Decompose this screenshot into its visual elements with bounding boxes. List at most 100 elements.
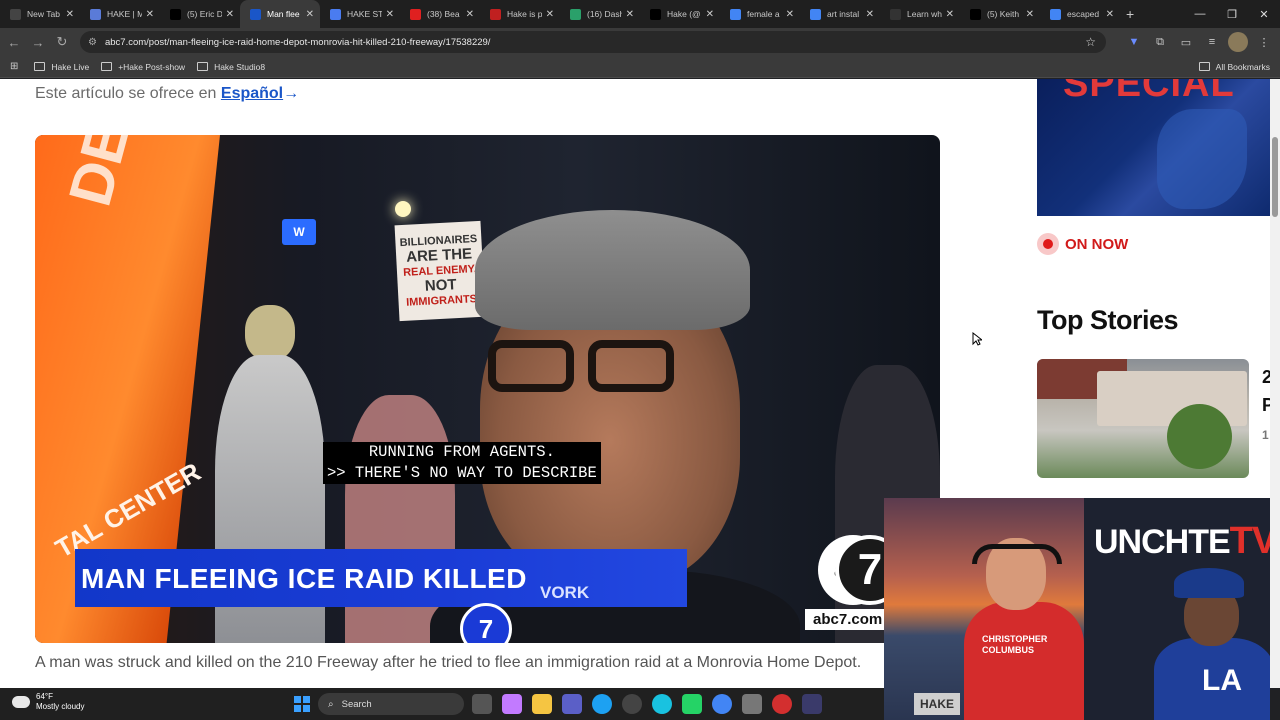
tab-close-icon[interactable]: ✕	[626, 9, 634, 20]
folder-icon	[1198, 62, 1210, 71]
browser-tab[interactable]: Learn wh ✕	[880, 0, 960, 28]
app-icon[interactable]	[772, 694, 792, 714]
video-player[interactable]: DEPOT TAL CENTER W BILLIONAIRES ARE THE …	[35, 135, 940, 643]
tab-close-icon[interactable]: ✕	[1106, 9, 1114, 20]
back-icon[interactable]: ←	[2, 30, 26, 54]
dell-icon[interactable]	[622, 694, 642, 714]
host-right: LA	[1154, 568, 1270, 720]
tab-close-icon[interactable]: ✕	[546, 9, 554, 20]
browser-tab[interactable]: HAKE | M ✕	[80, 0, 160, 28]
bookmark-label: Hake Live	[51, 61, 90, 72]
tab-favicon-icon	[330, 8, 341, 20]
task-view-icon[interactable]	[472, 694, 492, 714]
file-explorer-icon[interactable]	[532, 694, 552, 714]
taskbar-apps	[472, 694, 822, 714]
weather-widget[interactable]: 64°F Mostly cloudy	[12, 692, 84, 712]
special-promo-image[interactable]: SPECIAL	[1037, 79, 1270, 216]
top-story-thumbnail[interactable]	[1037, 359, 1249, 478]
browser-tab[interactable]: escaped ✕	[1040, 0, 1120, 28]
cloud-icon	[12, 696, 30, 708]
browser-tab[interactable]: HAKE STU ✕	[320, 0, 400, 28]
closed-caption: RUNNING FROM AGENTS. >> THERE'S NO WAY T…	[323, 442, 601, 484]
browser-tab[interactable]: (38) Bea ✕	[400, 0, 480, 28]
browser-tab[interactable]: (5) Eric D ✕	[160, 0, 240, 28]
la-logo: LA	[1202, 664, 1242, 697]
bookmark-post-show[interactable]: +Hake Post-show	[101, 62, 185, 72]
news-lower-third: MAN FLEEING ICE RAID KILLED VORK	[75, 549, 687, 607]
toolbar-extensions: ▼ ⧉ ▭ ≡ ⋮	[1124, 32, 1274, 52]
tab-close-icon[interactable]: ✕	[866, 9, 874, 20]
tab-title: (38) Bea	[427, 9, 460, 19]
avatar[interactable]	[1228, 32, 1248, 52]
edge-icon[interactable]	[592, 694, 612, 714]
tab-close-icon[interactable]: ✕	[786, 9, 794, 20]
bookmark-hake-live[interactable]: Hake Live	[34, 62, 89, 72]
extension-icon[interactable]: ▼	[1124, 32, 1144, 52]
tab-favicon-icon	[810, 8, 821, 20]
new-tab-icon[interactable]: +	[1126, 6, 1134, 22]
espanol-link[interactable]: Español	[221, 85, 283, 102]
tab-title: Learn wh	[907, 9, 942, 19]
address-bar[interactable]: ⚙ abc7.com/post/man-fleeing-ice-raid-hom…	[80, 31, 1106, 53]
tab-favicon-icon	[10, 8, 21, 20]
copilot-icon[interactable]	[502, 694, 522, 714]
browser-tab[interactable]: Hake is p ✕	[480, 0, 560, 28]
chrome-icon[interactable]	[712, 694, 732, 714]
tab-search-icon[interactable]: ≡	[1202, 32, 1222, 52]
weather-condition: Mostly cloudy	[36, 702, 85, 711]
abc7-url-bug: abc7.com	[805, 609, 891, 630]
browser-tab[interactable]: Hake (@ ✕	[640, 0, 720, 28]
app-icon[interactable]	[742, 694, 762, 714]
bookmark-studio8[interactable]: Hake Studio8	[197, 62, 265, 72]
tab-favicon-icon	[490, 8, 501, 20]
tab-close-icon[interactable]: ✕	[66, 9, 74, 20]
cortana-icon[interactable]	[652, 694, 672, 714]
puzzle-icon[interactable]: ⧉	[1150, 32, 1170, 52]
tab-favicon-icon	[650, 8, 661, 20]
teams-icon[interactable]	[562, 694, 582, 714]
tab-close-icon[interactable]: ✕	[386, 9, 394, 20]
top-story-title-peek[interactable]: 2P1	[1262, 363, 1270, 449]
browser-tab[interactable]: (5) Keith ✕	[960, 0, 1040, 28]
tab-close-icon[interactable]: ✕	[706, 9, 714, 20]
tab-title: (5) Eric D	[187, 9, 222, 19]
browser-tab[interactable]: art instal ✕	[800, 0, 880, 28]
restore-icon[interactable]: ❐	[1216, 0, 1248, 28]
tab-favicon-icon	[250, 8, 261, 20]
tab-close-icon[interactable]: ✕	[226, 9, 234, 20]
tab-close-icon[interactable]: ✕	[466, 9, 474, 20]
scroll-thumb[interactable]	[1272, 137, 1278, 217]
tab-title: (5) Keith	[987, 9, 1020, 19]
caption-line: >> THERE'S NO WAY TO DESCRIBE	[327, 464, 597, 482]
host-left-shirt	[964, 602, 1084, 720]
all-bookmarks[interactable]: All Bookmarks	[1198, 62, 1270, 72]
window-controls: — ❐ ✕	[1184, 0, 1280, 28]
forward-icon[interactable]: →	[26, 30, 50, 54]
bookmark-star-icon[interactable]: ☆	[1085, 35, 1096, 49]
tab-title: (16) Dash	[587, 9, 622, 19]
site-info-icon[interactable]: ⚙	[88, 37, 97, 48]
page-scrollbar[interactable]	[1270, 79, 1280, 688]
app-icon[interactable]	[802, 694, 822, 714]
windows-start-icon[interactable]	[294, 696, 310, 712]
minimize-icon[interactable]: —	[1184, 0, 1216, 28]
tab-close-icon[interactable]: ✕	[146, 9, 154, 20]
phone-link-icon[interactable]	[682, 694, 702, 714]
reload-icon[interactable]: ↻	[50, 30, 74, 54]
apps-icon[interactable]: ⊞	[10, 61, 18, 72]
close-icon[interactable]: ✕	[1248, 0, 1280, 28]
on-now-link[interactable]: ON NOW	[1037, 233, 1128, 255]
browser-tab[interactable]: Man flee ✕	[240, 0, 320, 28]
browser-tab[interactable]: female a ✕	[720, 0, 800, 28]
tab-title: HAKE | M	[107, 9, 142, 19]
taskbar-search[interactable]: ⌕ Search	[318, 693, 464, 715]
top-stories-heading: Top Stories	[1037, 305, 1179, 335]
tab-favicon-icon	[570, 8, 581, 20]
tab-close-icon[interactable]: ✕	[1026, 9, 1034, 20]
tab-close-icon[interactable]: ✕	[306, 9, 314, 20]
tab-close-icon[interactable]: ✕	[946, 9, 954, 20]
split-view-icon[interactable]: ▭	[1176, 32, 1196, 52]
browser-tab[interactable]: New Tab ✕	[0, 0, 80, 28]
menu-icon[interactable]: ⋮	[1254, 32, 1274, 52]
browser-tab[interactable]: (16) Dash ✕	[560, 0, 640, 28]
